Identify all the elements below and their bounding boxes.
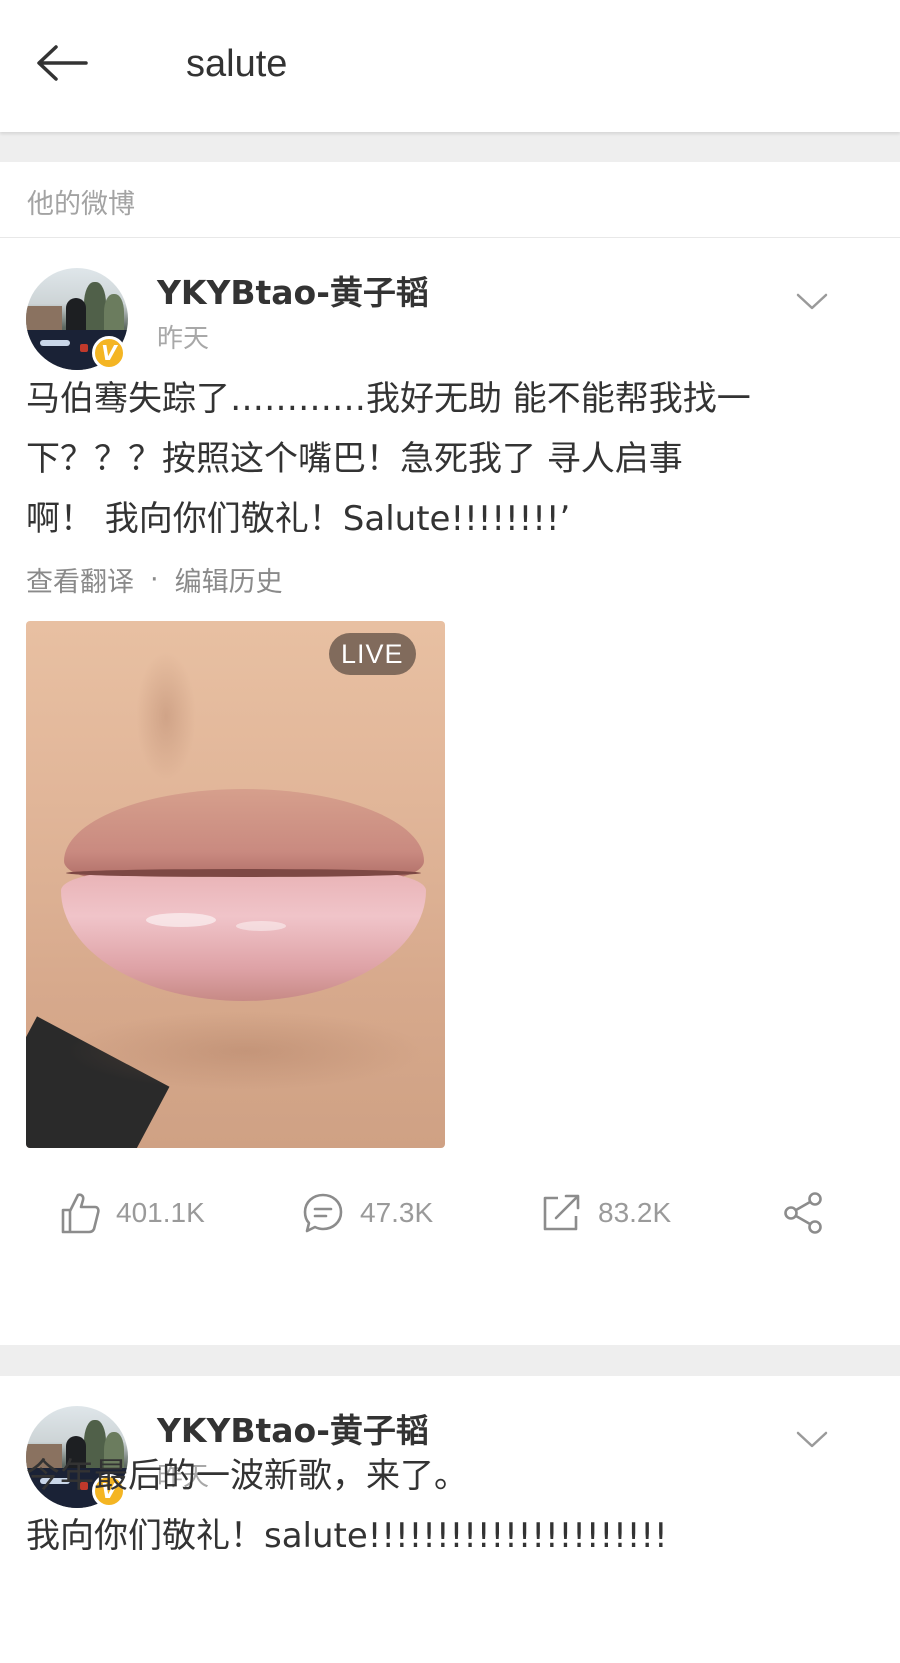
arrow-left-icon xyxy=(37,45,88,81)
post-meta: 查看翻译 · 编辑历史 xyxy=(26,560,283,599)
comment-count: 47.3K xyxy=(360,1197,434,1228)
weibo-search-page: salute 他的微博 V YKYBtao-黄子韬 昨天 马伯骞失踪了…………我… xyxy=(0,0,900,1663)
comment-button[interactable]: 47.3K xyxy=(302,1186,433,1240)
post-username[interactable]: YKYBtao-黄子韬 xyxy=(157,266,429,314)
verified-badge-icon: V xyxy=(92,336,126,370)
post-username[interactable]: YKYBtao-黄子韬 xyxy=(157,1404,429,1452)
repost-arrow-icon xyxy=(543,1194,580,1231)
repost-count: 83.2K xyxy=(598,1197,672,1228)
live-badge: LIVE xyxy=(329,633,416,675)
repost-button[interactable]: 83.2K xyxy=(540,1186,671,1240)
share-nodes-icon xyxy=(784,1192,822,1234)
post-live-photo[interactable]: LIVE xyxy=(26,621,445,1148)
page-title: salute xyxy=(186,43,288,85)
section-label: 他的微博 xyxy=(27,189,135,220)
like-button[interactable]: 401.1K xyxy=(60,1186,205,1240)
thumbs-up-icon xyxy=(61,1193,100,1234)
back-button[interactable] xyxy=(28,38,94,88)
post-text: 马伯骞失踪了…………我好无助 能不能帮我找一 下？？？按照这个嘴巴！急死我了 寻… xyxy=(26,379,751,539)
comment-bubble-icon xyxy=(303,1193,343,1233)
top-bar: salute xyxy=(0,0,900,132)
section-divider xyxy=(0,132,900,162)
post-timestamp: 昨天 xyxy=(157,324,210,354)
edit-history-link[interactable]: 编辑历史 xyxy=(175,560,283,599)
post-divider xyxy=(0,1345,900,1376)
feed-post: V YKYBtao-黄子韬 昨天 马伯骞失踪了…………我好无助 能不能帮我找一 … xyxy=(0,238,900,1345)
post-action-bar: 401.1K 47.3K 83.2K xyxy=(0,1168,900,1258)
like-count: 401.1K xyxy=(116,1197,205,1228)
post-text: 今年最后的一波新歌，来了。 我向你们敬礼！salute!!!!!!!!!!!!!… xyxy=(26,1456,668,1556)
share-button[interactable] xyxy=(782,1186,826,1240)
section-header: 他的微博 xyxy=(0,162,900,238)
translate-link[interactable]: 查看翻译 xyxy=(26,560,134,599)
meta-separator: · xyxy=(150,564,159,595)
feed-post: V YKYBtao-黄子韬 昨天 今年最后的一波新歌，来了。 我向你们敬礼！sa… xyxy=(0,1376,900,1663)
chevron-down-icon xyxy=(796,293,828,310)
post-more-button[interactable] xyxy=(790,286,834,316)
